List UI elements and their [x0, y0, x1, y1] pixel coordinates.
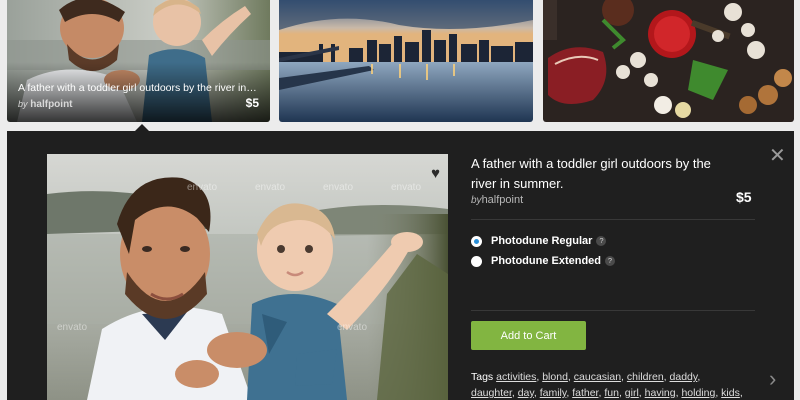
thumbnail-father-toddler[interactable]: A father with a toddler girl outdoors by… [7, 0, 270, 122]
thumbnail-price: $5 [245, 96, 259, 110]
tag-link[interactable]: father [572, 387, 598, 399]
tag-link[interactable]: kids [721, 387, 740, 399]
preview-image[interactable]: envato envato envato envato envato envat… [47, 154, 448, 400]
add-to-cart-button[interactable]: Add to Cart [471, 321, 586, 350]
item-title: A father with a toddler girl outdoors by… [471, 156, 711, 191]
license-label: Photodune Regular [491, 235, 593, 247]
watermark: envato [57, 322, 88, 333]
watermark: envato [337, 322, 368, 333]
thumbnail-image [279, 0, 533, 122]
heart-icon[interactable]: ♥ [431, 165, 440, 182]
watermark: envato [391, 182, 422, 193]
tag-link[interactable]: blond [542, 371, 568, 383]
thumbnail-author-prefix: by [18, 99, 28, 109]
tags-label: Tags [471, 371, 494, 383]
watermark: envato [255, 182, 286, 193]
preview-photo [47, 154, 448, 400]
tag-link[interactable]: daughter [471, 387, 512, 399]
divider [471, 219, 755, 220]
thumbnail-city-skyline[interactable] [279, 0, 533, 122]
divider [471, 310, 755, 311]
thumbnail-image [543, 0, 794, 122]
license-option-extended[interactable]: Photodune Extended ? [471, 255, 615, 267]
thumbnail-author-name[interactable]: halfpoint [30, 99, 72, 110]
tag-link[interactable]: children [627, 371, 664, 383]
item-price: $5 [736, 189, 752, 205]
tag-link[interactable]: day [518, 387, 534, 399]
tag-link[interactable]: holding [681, 387, 715, 399]
tag-link[interactable]: having [645, 387, 676, 399]
tag-link[interactable]: activities [496, 371, 536, 383]
tag-link[interactable]: caucasian [574, 371, 621, 383]
item-author: byhalfpoint [471, 194, 523, 206]
thumbnail-author[interactable]: by halfpoint [18, 99, 73, 110]
close-icon[interactable]: ✕ [769, 143, 786, 168]
thumbnail-food-ingredients[interactable] [543, 0, 794, 122]
tags-list: Tags activities, blond, caucasian, child… [471, 369, 746, 400]
tag-link[interactable]: family [540, 387, 567, 399]
watermark: envato [187, 182, 218, 193]
tag-links: activities, blond, caucasian, children, … [471, 371, 743, 399]
radio-button[interactable] [471, 255, 482, 267]
help-icon[interactable]: ? [605, 256, 615, 266]
radio-button-selected[interactable] [471, 235, 482, 247]
tag-link[interactable]: fun [604, 387, 619, 399]
tag-link[interactable]: daddy [670, 371, 698, 383]
item-author-name[interactable]: halfpoint [482, 194, 524, 206]
thumbnail-title[interactable]: A father with a toddler girl outdoors by… [18, 82, 258, 94]
preview-detail-panel: envato envato envato envato envato envat… [7, 131, 794, 400]
license-option-regular[interactable]: Photodune Regular ? [471, 235, 607, 247]
item-author-prefix: by [471, 195, 482, 206]
tag-link[interactable]: girl [625, 387, 639, 399]
chevron-right-icon[interactable]: › [769, 366, 776, 392]
help-icon[interactable]: ? [596, 236, 607, 246]
watermark: envato [323, 182, 354, 193]
license-label: Photodune Extended [491, 255, 601, 267]
